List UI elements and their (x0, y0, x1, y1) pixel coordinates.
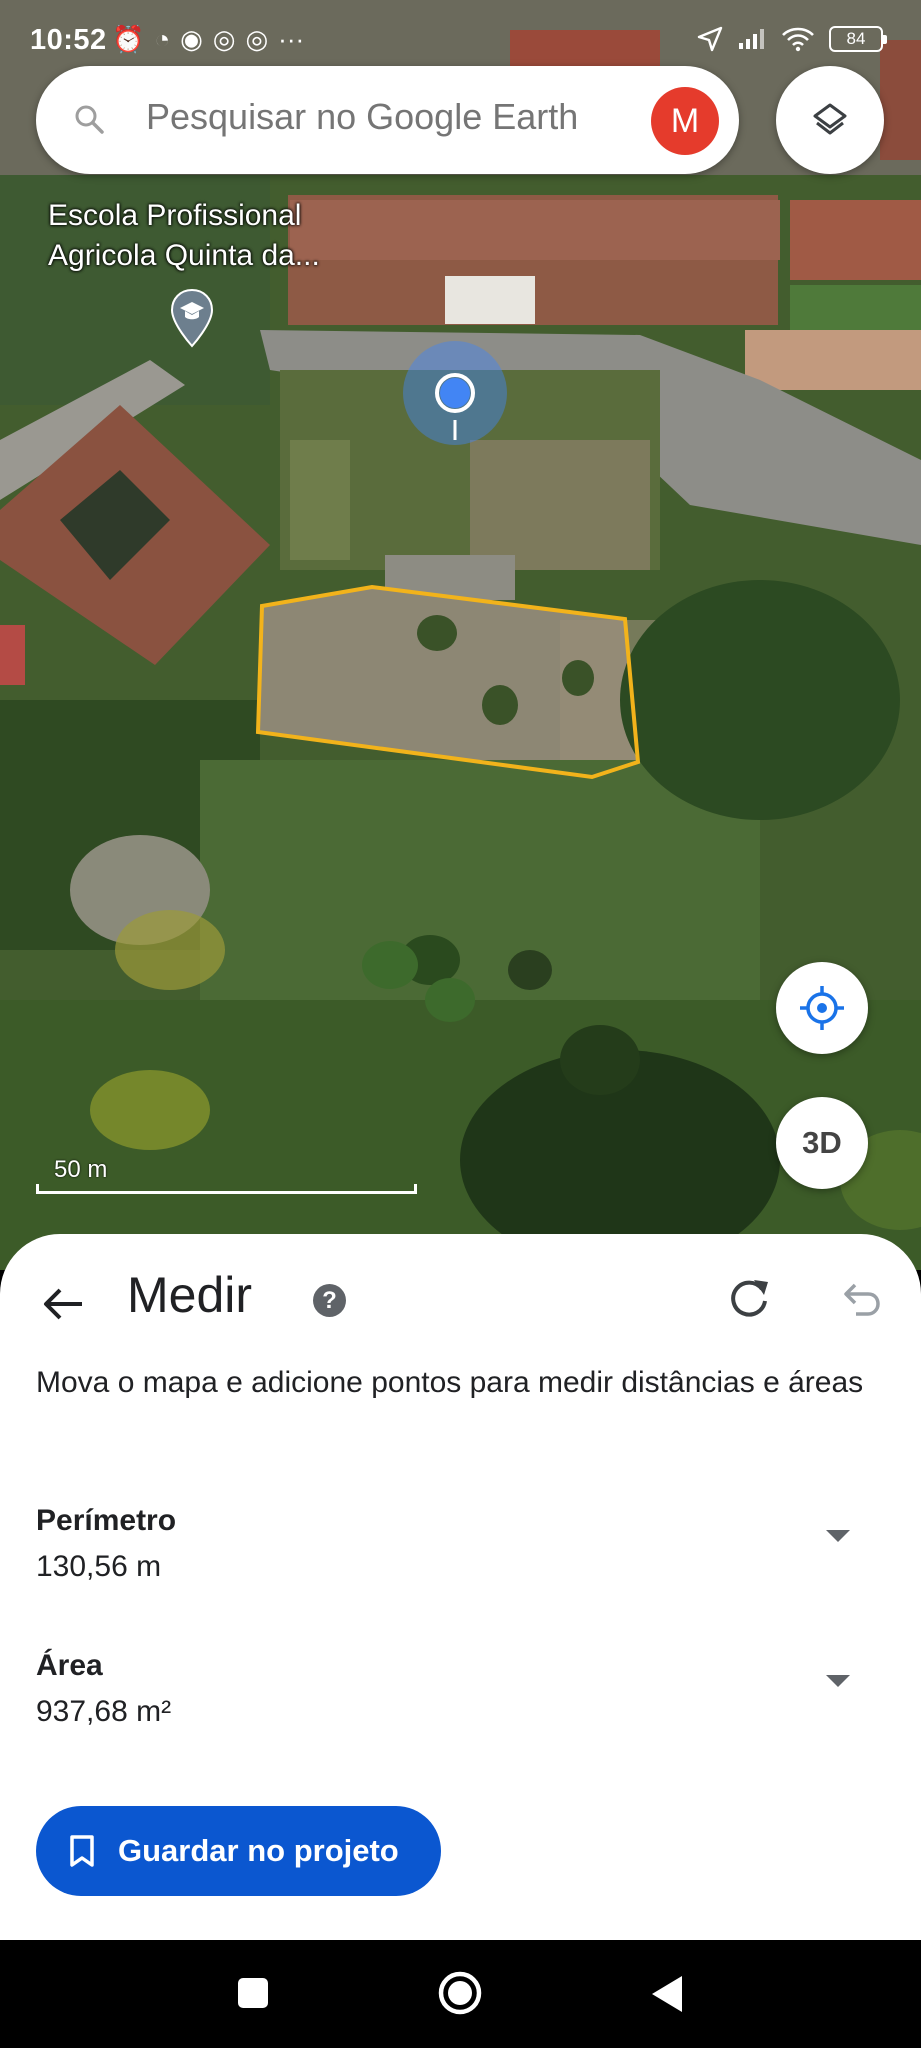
search-bar[interactable]: Pesquisar no Google Earth (36, 66, 739, 174)
search-icon (75, 105, 104, 134)
place-label-line2: Agricola Quinta da... (48, 239, 320, 272)
search-placeholder: Pesquisar no Google Earth (146, 96, 579, 137)
area-unit-dropdown-icon[interactable] (826, 1675, 850, 1687)
perimeter-label: Perímetro (36, 1504, 177, 1537)
account-avatar[interactable]: M (651, 87, 719, 155)
location-arrow-icon (697, 26, 723, 52)
chrome-icon: ◎ (245, 24, 269, 54)
help-icon[interactable]: ? (313, 1284, 346, 1317)
save-to-project-label: Guardar no projeto (118, 1833, 399, 1868)
area-row[interactable]: Área 937,68 m² (36, 1649, 886, 1729)
satellite-imagery (0, 0, 921, 1270)
graduation-cap-icon[interactable] (170, 288, 214, 350)
measure-panel: Medir ? Mova o mapa e adicione pontos pa… (0, 1234, 921, 1940)
place-label[interactable]: Escola Profissional Agricola Quinta da..… (48, 196, 320, 276)
measure-description: Mova o mapa e adicione pontos para medir… (36, 1366, 864, 1399)
home-button[interactable] (437, 1970, 483, 2016)
scale-bar: 50 m (36, 1156, 417, 1194)
layers-icon (813, 103, 847, 135)
undo-icon[interactable] (836, 1276, 882, 1322)
save-to-project-button[interactable]: Guardar no projeto (36, 1806, 441, 1896)
system-navigation-bar (0, 1940, 921, 2048)
alarm-off-icon: ⏰ (112, 24, 145, 54)
signal-icon (739, 29, 764, 49)
wifi-icon (782, 27, 814, 52)
alarm-icon: ◔ (154, 24, 171, 54)
more-notifications-icon: ··· (278, 24, 305, 54)
layers-button[interactable] (776, 66, 884, 174)
panel-title: Medir (127, 1267, 253, 1323)
area-value: 937,68 m² (36, 1695, 172, 1728)
notification-icons: ⏰ ◔ ◉ ◎ ◎ ··· (112, 24, 304, 55)
view-3d-button[interactable]: 3D (776, 1097, 868, 1189)
satellite-map[interactable]: Escola Profissional Agricola Quinta da..… (0, 0, 921, 1270)
perimeter-value: 130,56 m (36, 1550, 162, 1583)
recents-button[interactable] (236, 1976, 270, 2010)
chrome-icon: ◎ (212, 24, 236, 54)
messenger-icon: ◉ (180, 24, 203, 54)
scale-line (36, 1184, 417, 1194)
area-label: Área (36, 1649, 103, 1682)
back-button[interactable] (650, 1974, 684, 2014)
bookmark-icon (70, 1835, 94, 1867)
redo-icon[interactable] (726, 1276, 772, 1322)
place-label-line1: Escola Profissional (48, 199, 302, 232)
battery-indicator: 84 (829, 26, 887, 52)
back-arrow-icon[interactable] (40, 1280, 88, 1328)
my-location-button[interactable] (776, 962, 868, 1054)
perimeter-unit-dropdown-icon[interactable] (826, 1530, 850, 1542)
scale-label: 50 m (54, 1156, 108, 1183)
system-icons: 84 (697, 26, 887, 52)
perimeter-row[interactable]: Perímetro 130,56 m (36, 1504, 886, 1584)
clock: 10:52 (30, 24, 107, 56)
my-location-icon (800, 986, 844, 1030)
